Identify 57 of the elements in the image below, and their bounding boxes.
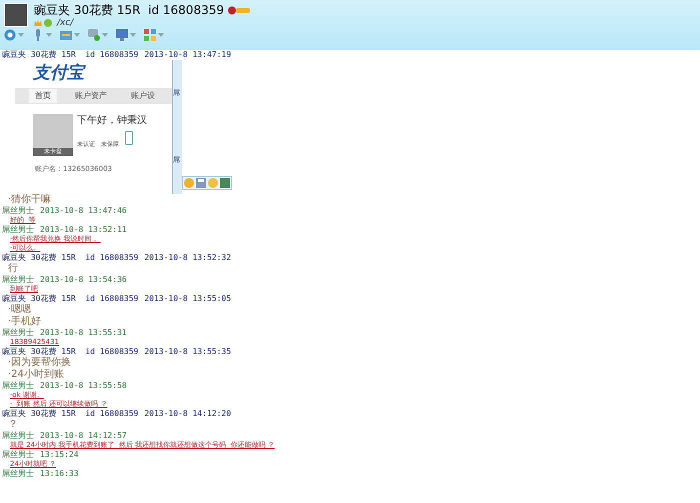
sender-name: 屌丝男士 — [2, 431, 34, 441]
webcam-icon[interactable] — [4, 29, 16, 41]
sender-name: 豌豆夹 30花费 15R id 16808359 — [2, 409, 138, 419]
message-text: ·24小时到账 — [7, 369, 64, 381]
message-time: 2013-10-8 13:52:32 — [144, 253, 232, 263]
caret-icon[interactable] — [74, 33, 80, 37]
caret-icon[interactable] — [130, 33, 136, 37]
message-text: ·因为要帮你换 — [7, 357, 72, 368]
message-time: 2013-10-8 13:55:35 — [144, 347, 232, 357]
sender-name: 屌丝男士 — [2, 206, 34, 216]
caret-icon[interactable] — [158, 33, 164, 37]
message-time: 2013-10-8 13:55:31 — [40, 328, 127, 338]
caret-icon[interactable] — [46, 33, 52, 37]
chat-add-icon[interactable] — [88, 29, 100, 41]
nav-tab[interactable]: 首页 — [29, 89, 57, 103]
message-time: 13:15:24 — [40, 450, 79, 460]
sender-name: 屌丝男士 — [2, 275, 34, 285]
sender-name: 屌丝男士 — [2, 381, 34, 391]
avatar-placeholder — [4, 3, 28, 27]
message-time: 2013-10-8 13:47:19 — [144, 50, 232, 60]
folder-icon[interactable] — [60, 29, 72, 41]
save-icon[interactable] — [196, 178, 206, 188]
sender-name: 豌豆夹 30花费 15R id 16808359 — [2, 347, 138, 356]
message-time: 2013-10-8 13:47:46 — [40, 206, 127, 216]
sender-name: 屌丝男士 — [2, 225, 34, 235]
message-time: 2013-10-8 14:12:57 — [40, 431, 127, 441]
sender-name: 屌丝男士 — [2, 469, 34, 479]
caret-icon[interactable] — [18, 33, 24, 37]
message-text: 行 — [7, 263, 18, 275]
level-badge-icon — [228, 6, 250, 15]
brand-logo: 支付宝 — [33, 62, 87, 84]
message-time: 13:16:33 — [40, 469, 79, 479]
monitor-icon[interactable] — [116, 29, 128, 41]
message-time: 2013-10-8 13:52:11 — [40, 225, 127, 235]
caret-icon[interactable] — [102, 33, 108, 37]
message-text: ·手机好 — [7, 316, 42, 328]
nav-tab[interactable]: 账户设 — [125, 89, 161, 103]
sender-name: 豌豆夹 30花费 15R id 16808359 — [2, 294, 138, 304]
contact-name: 豌豆夹 30花费 15R id 16808359 — [34, 3, 224, 18]
message-time: 2013-10-8 13:55:58 — [40, 381, 127, 391]
crown-icon — [34, 19, 42, 27]
message-text: ？ — [7, 419, 18, 431]
apps-icon[interactable] — [144, 29, 156, 41]
phone-icon — [125, 131, 133, 145]
nav-tab[interactable]: 账户资产 — [69, 89, 113, 103]
signature-text: /xc/ — [57, 18, 74, 28]
message-time: 2013-10-8 13:54:36 — [40, 275, 127, 285]
greeting-text: 下午好，钟秉汉 — [77, 114, 147, 128]
sender-name: 屌丝男士 — [2, 328, 34, 338]
sender-name: 豌豆夹 30花费 15R id 16808359 — [2, 253, 138, 263]
sender-name: 屌丝男士 — [2, 450, 34, 460]
message-text: ·猜你干嘛 — [7, 194, 52, 206]
message-time: 2013-10-8 14:12:20 — [144, 409, 232, 419]
image-icon[interactable] — [220, 178, 230, 188]
message-text: ·嗯嗯 — [7, 304, 32, 316]
message-time: 2013-10-8 13:55:05 — [144, 294, 232, 304]
sender-name: 豌豆夹 30花费 15R id 16808359 — [2, 50, 138, 60]
